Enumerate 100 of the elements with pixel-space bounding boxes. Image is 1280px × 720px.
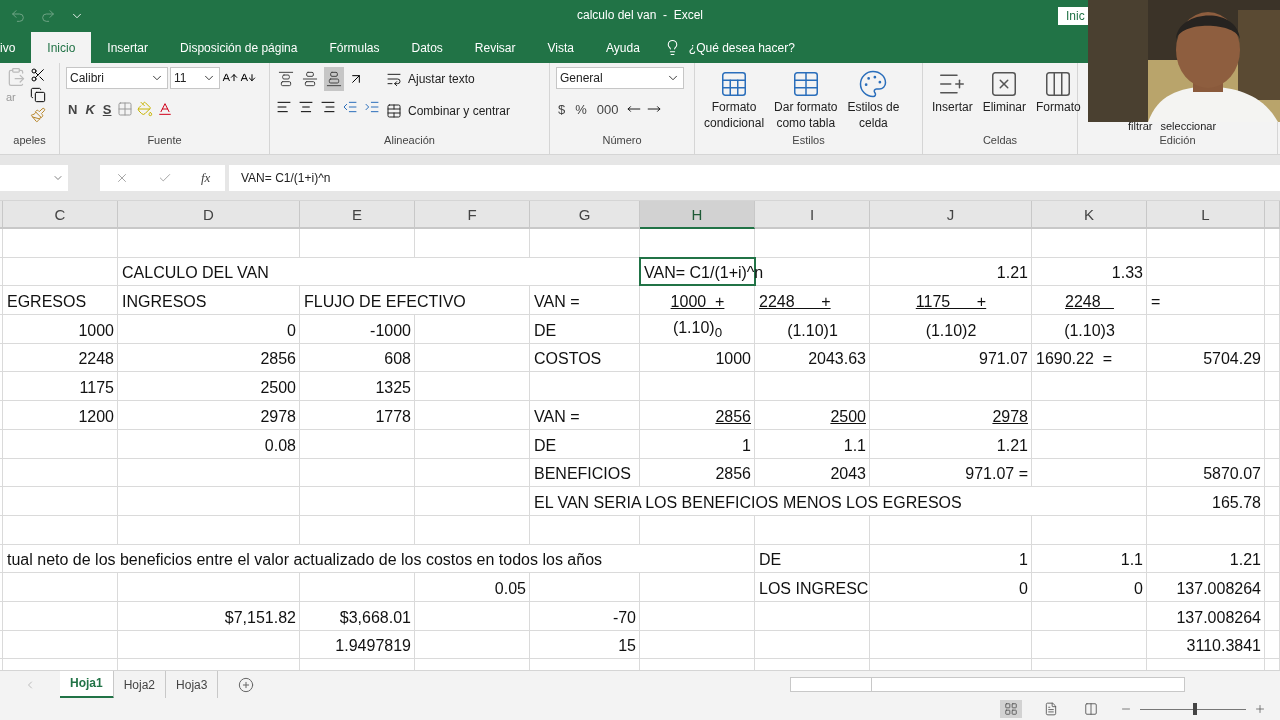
percent-button[interactable]: % [573, 97, 589, 121]
wrap-text-icon [386, 71, 402, 87]
add-sheet-icon [238, 676, 255, 693]
table-cell: 1000 + [640, 286, 755, 316]
redo-icon [40, 8, 56, 24]
table-cell: 1.33 [1032, 257, 1147, 287]
paintbrush-icon [30, 107, 46, 123]
group-label: Alineación [383, 134, 436, 148]
view-button[interactable] [1000, 700, 1022, 718]
column-header[interactable]: C [3, 201, 118, 229]
table-cell: 15 [530, 630, 640, 660]
cells-button[interactable]: Formato [1033, 67, 1084, 134]
wrap-text-button[interactable]: Ajustar texto [384, 67, 513, 91]
sign-in-button[interactable]: Inic [1058, 7, 1088, 25]
column-header[interactable]: K [1032, 201, 1147, 229]
table-cell: 0 [870, 573, 1032, 602]
palette-icon [858, 69, 889, 99]
bold-button[interactable]: N [66, 97, 80, 121]
number-format-select[interactable]: General [556, 67, 684, 89]
table-cell: DE [530, 429, 640, 459]
table-cell: $3,668.01 [300, 601, 415, 631]
menu-tab[interactable]: ivo [0, 32, 32, 63]
column-header[interactable]: E [300, 201, 415, 229]
menu-tab[interactable]: Insertar [91, 32, 165, 63]
table-cell: 2856 [640, 401, 755, 430]
font-name-select[interactable]: Calibri [66, 67, 168, 89]
editing-button[interactable]: seleccionar [1158, 120, 1219, 133]
table-cell: 2978 [870, 401, 1032, 430]
column-header[interactable]: I [755, 201, 870, 229]
table-cell: 2248 + [755, 286, 870, 316]
insert-function-button[interactable]: fx [201, 170, 211, 186]
thousands-button[interactable]: 000 [594, 97, 621, 121]
table-cell: 1200 [3, 401, 118, 430]
table-rules-icon [719, 69, 749, 99]
table-cell: 2856 [118, 343, 300, 373]
table-cell: 0.05 [415, 573, 530, 602]
align-center-icon [298, 99, 314, 115]
window-title: calculo del van - Excel [575, 8, 705, 22]
table-cell: 1690.22 = [1032, 343, 1147, 373]
zoom-in-icon [1254, 703, 1266, 715]
menu-tab[interactable]: Vista [531, 32, 590, 63]
table-cell: 0 [118, 315, 300, 344]
table-cell: (1.10)1 [755, 315, 870, 344]
table-cell: 1778 [300, 401, 415, 430]
table-cell: 1.1 [1032, 544, 1147, 574]
table-cell: 5870.07 [1147, 458, 1265, 488]
font-size-select[interactable]: 11 [170, 67, 220, 89]
currency-button[interactable]: $ [556, 97, 568, 121]
editing-button[interactable]: filtrar [1126, 120, 1155, 133]
horizontal-scrollbar[interactable] [790, 677, 1185, 692]
table-cell: 608 [300, 343, 415, 373]
table-cell: tual neto de los beneficios entre el valor actualizado de los costos en todos los años [3, 544, 755, 574]
indent-decrease-icon [342, 99, 358, 115]
column-header[interactable]: L [1147, 201, 1265, 229]
tell-me-search[interactable]: ¿Qué desea hacer? [688, 40, 795, 55]
table-cell: 971.07 [870, 343, 1032, 373]
style-button[interactable]: Formato condicional [701, 67, 768, 134]
underline-button[interactable]: S [100, 97, 114, 121]
merge-cells-icon [386, 103, 402, 119]
menu-tab[interactable]: Disposición de página [164, 32, 314, 63]
cells-button[interactable]: Eliminar [979, 67, 1030, 134]
italic-button[interactable]: K [83, 97, 97, 121]
column-header[interactable]: H [640, 201, 755, 229]
fill-color-icon [137, 101, 154, 117]
zoom-thumb[interactable] [1193, 703, 1198, 715]
scissors-icon [30, 67, 46, 83]
table-cell: 5704.29 [1147, 343, 1265, 373]
menu-tab[interactable]: Inicio [31, 32, 92, 63]
menu-tab[interactable]: Ayuda [590, 32, 656, 63]
table-cell: 2856 [640, 458, 755, 488]
group-label: Edición [1158, 134, 1197, 148]
merge-center-button[interactable]: Combinar y centrar [384, 99, 513, 123]
column-header[interactable]: F [415, 201, 530, 229]
column-header[interactable]: J [870, 201, 1032, 229]
menu-tab[interactable]: Revisar [458, 32, 532, 63]
table-cell: 1.21 [1147, 544, 1265, 574]
table-cell: 2043 [755, 458, 870, 488]
vertical-align-button[interactable] [324, 67, 344, 91]
copy-icon [30, 87, 46, 103]
table-cell: DE [755, 544, 870, 574]
table-cell: 1000 [3, 315, 118, 344]
sheet-tab[interactable]: Hoja1 [60, 670, 114, 699]
style-button[interactable]: Estilos de celda [844, 67, 903, 134]
column-header[interactable]: D [118, 201, 300, 229]
table-cell: 3110.3841 [1147, 630, 1265, 660]
style-button[interactable]: Dar formato como tabla [771, 67, 841, 134]
borders-icon [117, 101, 134, 117]
table-cell: -1000 [300, 315, 415, 344]
table-cell: 971.07 = [870, 458, 1032, 488]
table-cell: 1175 + [870, 286, 1032, 316]
table-cell: 1.1 [755, 429, 870, 459]
table-cell: VAN = [530, 401, 640, 430]
table-cell: 0.08 [118, 429, 300, 459]
formula-field[interactable]: VAN= C1/(1+i)^n [229, 165, 1280, 191]
menu-tab[interactable]: Datos [395, 32, 459, 63]
menu-tab[interactable]: Fórmulas [313, 32, 396, 63]
column-header[interactable]: G [530, 201, 640, 229]
table-cell: EGRESOS [3, 286, 118, 316]
cells-button[interactable]: Insertar [929, 67, 976, 134]
table-cell: 1325 [300, 372, 415, 402]
